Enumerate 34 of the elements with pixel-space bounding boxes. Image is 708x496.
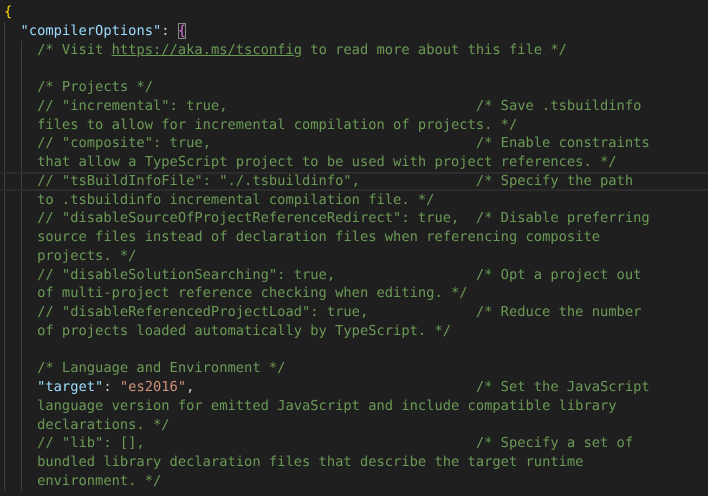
code-comment: to .tsbuildinfo incremental compilation file. */ [37, 190, 434, 210]
code-comment: /* Opt a project out [476, 266, 642, 284]
code-text: /* Projects */ [37, 78, 153, 97]
code-comment: projects. */ [37, 246, 136, 266]
code-text: // "disableReferencedProjectLoad": true, [37, 303, 368, 322]
code-comment: of multi-project reference checking when editing. */ [37, 284, 468, 303]
code-comment: /* Save .tsbuildinfo [476, 96, 642, 116]
code-comment: /* Disable preferring [476, 209, 650, 228]
code-text: /* Language and Environment */ [37, 359, 286, 378]
code-text: // "lib": [], [37, 434, 145, 453]
code-text: // "incremental": true, [37, 96, 228, 116]
code-text: // "disableSolutionSearching": true, [37, 266, 336, 284]
code-text: // "tsBuildInfoFile": "./.tsbuildinfo", [37, 172, 360, 190]
matched-bracket: { [178, 22, 186, 39]
code-comment: /* Set the JavaScript [476, 378, 650, 397]
code-comment: bundled library declaration files that describe the target runtime [37, 453, 584, 472]
code-comment: /* Specify a set of [476, 434, 634, 453]
code-text: // "composite": true, [37, 134, 211, 153]
code-comment: files to allow for incremental compilation of projects. */ [37, 116, 518, 134]
code-comment: language version for emitted JavaScript and include compatible library [37, 396, 617, 416]
link[interactable]: https://aka.ms/tsconfig [112, 42, 302, 58]
code-comment: environment. */ [37, 472, 162, 490]
bracket: { [4, 4, 12, 20]
code-comment: /* Enable constraints [476, 134, 650, 153]
code-comment: of projects loaded automatically by TypeScript. */ [37, 322, 452, 340]
code-comment: /* Specify the path [476, 172, 634, 190]
code-comment: declarations. */ [37, 416, 170, 434]
code-text: /* Visit https://aka.ms/tsconfig to read more about this file */ [37, 40, 567, 60]
code-comment: source files instead of declaration files when referencing composite [37, 228, 600, 247]
code-comment: /* Reduce the number [476, 303, 642, 322]
code-text: // "disableSourceOfProjectReferenceRedirect": true, [37, 209, 460, 228]
code-comment: that allow a TypeScript project to be used with project references. */ [37, 153, 617, 172]
code-text: "target": "es2016", [37, 378, 194, 397]
code-text: "compilerOptions": { [20, 22, 186, 40]
